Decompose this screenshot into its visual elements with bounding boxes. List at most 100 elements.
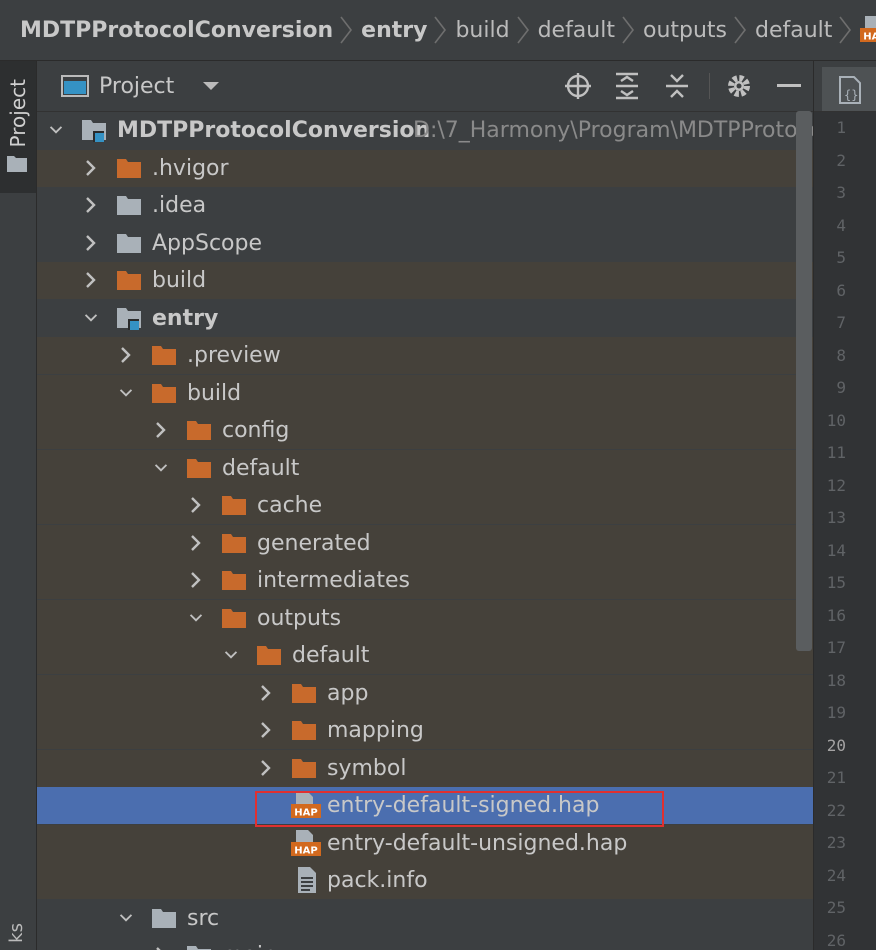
tree-item-label: pack.info xyxy=(327,868,428,893)
chevron-down-icon[interactable] xyxy=(119,911,133,925)
folder-icon xyxy=(291,680,317,706)
tree-item-label: .hvigor xyxy=(152,155,229,181)
gear-icon[interactable] xyxy=(724,71,754,101)
line-number: 2 xyxy=(836,150,846,170)
tree-item-label: mapping xyxy=(327,718,424,743)
breadcrumb-item[interactable]: MDTPProtocolConversion xyxy=(20,18,333,43)
line-number: 6 xyxy=(836,280,846,300)
tree-item-label: entry-default-signed.hap xyxy=(327,793,600,818)
module-folder-icon xyxy=(81,117,107,143)
folder-icon xyxy=(186,942,212,950)
tree-item-label: intermediates xyxy=(257,568,411,593)
line-number: 22 xyxy=(826,800,846,820)
chevron-down-icon[interactable] xyxy=(224,648,238,662)
line-number: 10 xyxy=(826,410,846,430)
svg-text:HAP: HAP xyxy=(294,845,317,856)
tree-item-label: cache xyxy=(257,493,323,518)
folder-icon xyxy=(116,155,142,181)
line-number: 3 xyxy=(836,183,846,202)
tree-row[interactable]: build xyxy=(37,374,813,412)
line-number: 19 xyxy=(826,703,846,722)
chevron-right-icon[interactable] xyxy=(84,234,98,251)
tree-row[interactable]: HAP entry-default-signed.hap xyxy=(37,787,813,824)
chevron-down-icon[interactable] xyxy=(49,123,63,137)
line-number: 17 xyxy=(826,638,846,657)
tree-row[interactable]: cache xyxy=(37,487,813,524)
line-number: 16 xyxy=(826,605,846,625)
breadcrumb-item[interactable]: default xyxy=(755,18,832,43)
line-number: 11 xyxy=(826,443,846,462)
tree-item-label: .idea xyxy=(152,193,207,218)
breadcrumb-separator-icon xyxy=(516,15,530,45)
collapse-all-icon[interactable] xyxy=(662,71,692,101)
tree-row[interactable]: HAP entry-default-unsigned.hap xyxy=(37,824,813,862)
chevron-down-icon[interactable] xyxy=(202,80,220,92)
chevron-right-icon[interactable] xyxy=(119,347,133,363)
tree-item-label: .preview xyxy=(187,343,281,368)
chevron-right-icon[interactable] xyxy=(259,722,273,738)
chevron-right-icon[interactable] xyxy=(189,534,203,551)
tree-row[interactable]: default xyxy=(37,449,813,487)
chevron-right-icon[interactable] xyxy=(189,497,203,513)
project-tool-window-button[interactable]: Project xyxy=(0,61,36,193)
tree-row[interactable]: entry xyxy=(37,300,813,337)
chevron-down-icon[interactable] xyxy=(84,311,98,325)
tree-row[interactable]: main xyxy=(37,937,813,950)
chevron-down-icon[interactable] xyxy=(154,461,168,475)
tree-row[interactable]: default xyxy=(37,637,813,674)
hap-file-icon: HAP xyxy=(291,829,321,856)
breadcrumb-separator-icon xyxy=(838,15,852,45)
tree-row[interactable]: symbol xyxy=(37,749,813,787)
project-tree[interactable]: MDTPProtocolConversion D:\7_Harmony\Progr… xyxy=(37,112,813,950)
breadcrumb-item[interactable]: outputs xyxy=(643,18,727,43)
tree-row[interactable]: generated xyxy=(37,524,813,562)
folder-icon xyxy=(221,530,247,556)
expand-all-icon[interactable] xyxy=(612,71,642,101)
tree-row[interactable]: app xyxy=(37,674,813,712)
breadcrumb-item[interactable]: build xyxy=(455,18,509,43)
project-tool-label: Project xyxy=(6,79,30,148)
tree-row[interactable]: pack.info xyxy=(37,862,813,899)
chevron-right-icon[interactable] xyxy=(154,422,168,438)
tree-item-label: entry xyxy=(152,305,219,331)
line-number: 18 xyxy=(826,670,846,690)
breadcrumb-item[interactable]: entry xyxy=(361,18,427,43)
tree-row[interactable]: config xyxy=(37,412,813,449)
folder-icon xyxy=(221,605,247,631)
breadcrumb-item[interactable]: default xyxy=(538,18,615,43)
chevron-right-icon[interactable] xyxy=(84,272,98,288)
chevron-right-icon[interactable] xyxy=(189,572,203,588)
folder-icon xyxy=(221,567,247,593)
folder-icon xyxy=(116,267,142,293)
tree-item-label: default xyxy=(292,643,370,668)
line-number: 4 xyxy=(836,215,846,235)
tree-row[interactable]: AppScope xyxy=(37,225,813,262)
minimize-icon[interactable] xyxy=(774,71,804,101)
tree-item-label: build xyxy=(187,380,242,406)
line-number: 7 xyxy=(836,313,846,332)
tree-row[interactable]: intermediates xyxy=(37,562,813,599)
editor-tab[interactable]: {} xyxy=(822,67,876,111)
bookmarks-tool-window-button[interactable]: ks xyxy=(6,923,28,943)
chevron-down-icon[interactable] xyxy=(189,611,203,625)
chevron-right-icon[interactable] xyxy=(84,159,98,176)
line-number: 9 xyxy=(836,378,846,397)
tree-row[interactable]: build xyxy=(37,262,813,299)
tree-row[interactable]: .idea xyxy=(37,187,813,224)
svg-text:HAP: HAP xyxy=(294,808,317,819)
chevron-right-icon[interactable] xyxy=(84,197,98,213)
chevron-right-icon[interactable] xyxy=(259,684,273,701)
locate-icon[interactable] xyxy=(563,71,593,101)
svg-text:HAP: HAP xyxy=(864,32,876,43)
project-view-selector[interactable]: Project xyxy=(99,74,174,99)
tree-row[interactable]: src xyxy=(37,900,813,937)
folder-icon xyxy=(116,192,142,218)
chevron-right-icon[interactable] xyxy=(259,759,273,776)
tree-row[interactable]: mapping xyxy=(37,712,813,749)
tree-row[interactable]: outputs xyxy=(37,599,813,637)
tree-row[interactable]: .hvigor xyxy=(37,149,813,187)
tree-row[interactable]: .preview xyxy=(37,337,813,374)
chevron-down-icon[interactable] xyxy=(119,386,133,400)
folder-icon xyxy=(186,417,212,443)
tree-row[interactable]: MDTPProtocolConversion D:\7_Harmony\Progr… xyxy=(37,112,813,149)
